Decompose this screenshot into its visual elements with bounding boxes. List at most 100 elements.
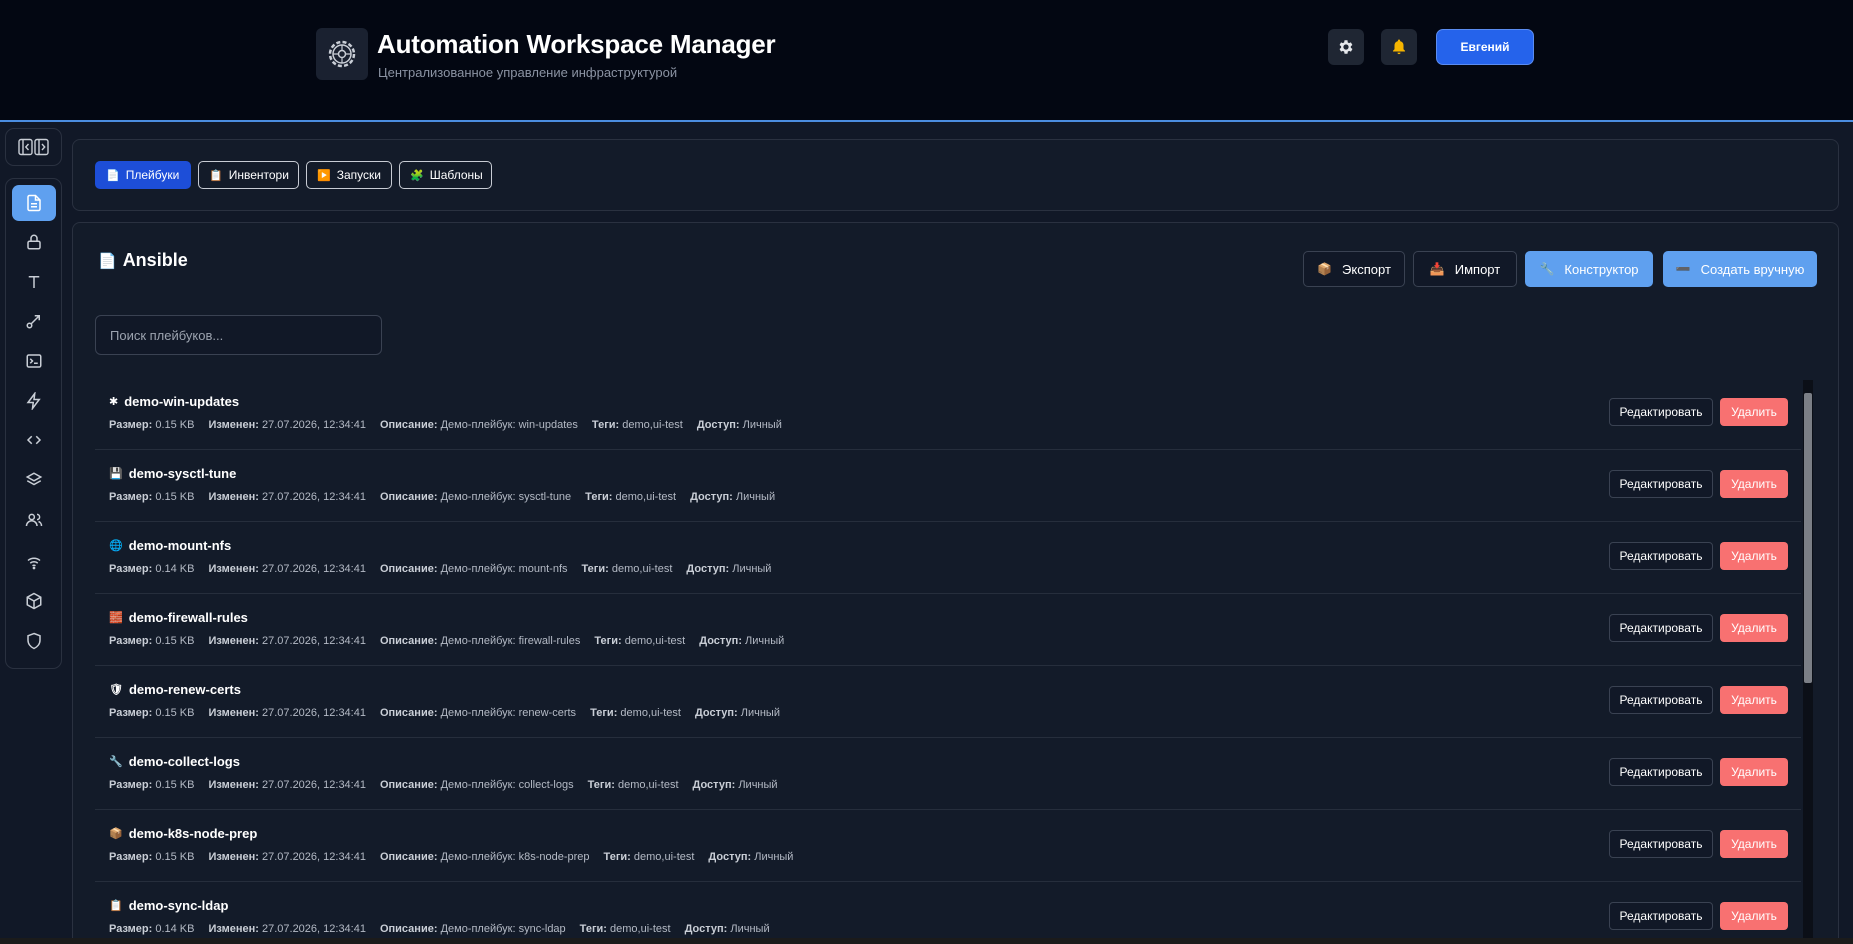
notifications-button[interactable]	[1381, 29, 1417, 65]
shield-icon	[27, 632, 41, 650]
sidebar-item-users[interactable]	[12, 502, 56, 538]
edit-button[interactable]: Редактировать	[1609, 758, 1713, 786]
window-bottom-edge	[0, 938, 1853, 944]
modified-value: 27.07.2026, 12:34:41	[261, 491, 366, 503]
description-label: Описание:	[379, 779, 438, 791]
tags-label: Теги:	[590, 707, 618, 719]
tab-playbooks[interactable]: 📄 Плейбуки	[95, 161, 191, 189]
tags-value: demo,ui-test	[615, 491, 677, 503]
access-value: Личный	[732, 563, 772, 575]
table-row: 🛡 demo-renew-certs Размер: 0.15 KB Изменен…	[95, 666, 1801, 738]
tab-label: Запуски	[336, 168, 381, 182]
playbook-name-text: demo-mount-nfs	[128, 538, 232, 553]
edit-button[interactable]: Редактировать	[1609, 398, 1713, 426]
delete-button[interactable]: Удалить	[1720, 686, 1788, 714]
tab-templates[interactable]: 🧩 Шаблоны	[399, 161, 492, 189]
app-logo	[316, 28, 368, 80]
sidebar-item-layers[interactable]	[12, 462, 56, 498]
tab-runs[interactable]: ▶️ Запуски	[306, 161, 392, 189]
tags-label: Теги:	[581, 563, 609, 575]
modified-value: 27.07.2026, 12:34:41	[261, 419, 366, 431]
user-menu-button[interactable]: Евгений	[1436, 29, 1534, 65]
tags-label: Теги:	[594, 635, 622, 647]
table-row: 🧱 demo-firewall-rules Размер: 0.15 KB Изме…	[95, 594, 1801, 666]
playbook-meta: Размер: 0.15 KB Изменен: 27.07.2026, 12:3…	[109, 419, 782, 431]
document-icon: 📄	[98, 252, 117, 270]
playbook-name[interactable]: ✱ demo-win-updates	[109, 394, 239, 409]
puzzle-icon: 🧩	[410, 169, 424, 182]
playbook-name-text: demo-k8s-node-prep	[128, 826, 258, 841]
delete-button[interactable]: Удалить	[1720, 614, 1788, 642]
access-label: Доступ:	[696, 419, 740, 431]
playbook-name[interactable]: 🔧 demo-collect-logs	[109, 754, 240, 769]
edit-button[interactable]: Редактировать	[1609, 614, 1713, 642]
sidebar-item-terminal[interactable]	[12, 343, 56, 379]
sidebar-toggle-button[interactable]	[5, 128, 62, 166]
play-icon: ▶️	[317, 169, 331, 182]
playbook-name[interactable]: 🌐 demo-mount-nfs	[109, 538, 231, 553]
modified-value: 27.07.2026, 12:34:41	[261, 779, 366, 791]
import-button[interactable]: 📥 Импорт	[1413, 251, 1517, 287]
modified-value: 27.07.2026, 12:34:41	[261, 635, 366, 647]
edit-button[interactable]: Редактировать	[1609, 542, 1713, 570]
description-label: Описание:	[379, 851, 438, 863]
sidebar-nav	[5, 178, 62, 669]
playbooks-panel: 📄 Ansible 📦 Экспорт 📥 Импорт 🔧 Конструкт…	[72, 222, 1839, 944]
builder-button[interactable]: 🔧 Конструктор	[1525, 251, 1653, 287]
tags-value: demo,ui-test	[617, 779, 679, 791]
delete-button[interactable]: Удалить	[1720, 830, 1788, 858]
playbook-name-text: demo-win-updates	[124, 394, 240, 409]
playbook-icon: 📋	[109, 900, 123, 912]
sidebar-item-secrets[interactable]	[12, 224, 56, 260]
modified-label: Изменен:	[208, 851, 259, 863]
tab-inventory[interactable]: 📋 Инвентори	[198, 161, 299, 189]
lock-icon	[27, 234, 41, 250]
app-title: Automation Workspace Manager	[377, 29, 776, 59]
playbook-name[interactable]: 📦 demo-k8s-node-prep	[109, 826, 257, 841]
lightning-icon	[26, 392, 41, 410]
playbook-name-text: demo-firewall-rules	[128, 610, 248, 625]
scrollbar-thumb[interactable]	[1804, 393, 1812, 683]
delete-button[interactable]: Удалить	[1720, 542, 1788, 570]
modified-label: Изменен:	[208, 707, 259, 719]
size-label: Размер:	[109, 851, 153, 863]
document-icon: 📄	[106, 169, 120, 182]
wifi-icon	[27, 557, 41, 570]
access-label: Доступ:	[692, 779, 736, 791]
document-icon	[27, 194, 41, 212]
code-icon	[26, 435, 42, 445]
edit-button[interactable]: Редактировать	[1609, 830, 1713, 858]
package-icon: 📦	[1317, 262, 1333, 276]
sidebar-item-network[interactable]	[12, 544, 56, 580]
playbook-name-text: demo-renew-certs	[128, 682, 241, 697]
edit-button[interactable]: Редактировать	[1609, 686, 1713, 714]
edit-button[interactable]: Редактировать	[1609, 470, 1713, 498]
sidebar-item-packages[interactable]	[12, 583, 56, 619]
playbook-meta: Размер: 0.15 KB Изменен: 27.07.2026, 12:3…	[109, 635, 784, 647]
playbook-name[interactable]: 🛡 demo-renew-certs	[109, 682, 241, 697]
tags-value: demo,ui-test	[622, 419, 683, 431]
sidebar-item-routes[interactable]	[12, 303, 56, 339]
delete-button[interactable]: Удалить	[1720, 758, 1788, 786]
create-manual-button[interactable]: ➖ Создать вручную	[1663, 251, 1817, 287]
access-value: Личный	[742, 419, 782, 431]
settings-button[interactable]	[1328, 29, 1364, 65]
sidebar-item-automations[interactable]	[12, 383, 56, 419]
delete-button[interactable]: Удалить	[1720, 398, 1788, 426]
playbook-name[interactable]: 🧱 demo-firewall-rules	[109, 610, 248, 625]
delete-button[interactable]: Удалить	[1720, 470, 1788, 498]
edit-button[interactable]: Редактировать	[1609, 902, 1713, 930]
description-label: Описание:	[379, 923, 438, 935]
size-value: 0.15 KB	[155, 779, 195, 791]
sidebar-item-security[interactable]	[12, 623, 56, 659]
playbook-name[interactable]: 💾 demo-sysctl-tune	[109, 466, 236, 481]
playbook-icon: 🔧	[109, 756, 123, 768]
export-button[interactable]: 📦 Экспорт	[1303, 251, 1405, 287]
search-input[interactable]	[95, 315, 382, 355]
delete-button[interactable]: Удалить	[1720, 902, 1788, 930]
sidebar-item-code[interactable]	[12, 422, 56, 458]
sidebar-item-playbooks[interactable]	[12, 185, 56, 221]
tab-label: Инвентори	[228, 168, 289, 182]
sidebar-item-templates[interactable]	[12, 264, 56, 300]
playbook-name[interactable]: 📋 demo-sync-ldap	[109, 898, 228, 913]
